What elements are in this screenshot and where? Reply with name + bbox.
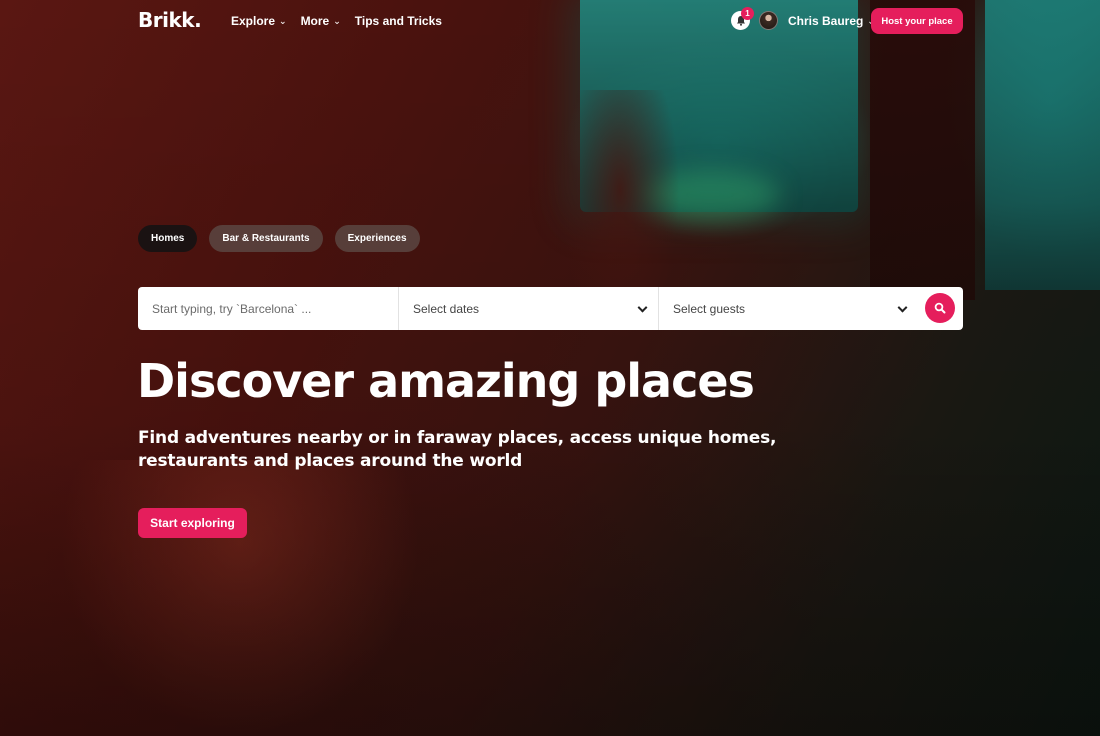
top-navigation: Brikk. Explore ⌄ More ⌄ Tips and Tricks …	[0, 0, 1100, 42]
guest-select-label: Select guests	[673, 301, 746, 316]
guest-select[interactable]: Select guests	[658, 287, 918, 330]
start-exploring-button[interactable]: Start exploring	[138, 508, 247, 538]
avatar[interactable]	[759, 11, 778, 30]
tab-homes[interactable]: Homes	[138, 225, 198, 252]
search-input[interactable]: Start typing, try `Barcelona` ...	[138, 287, 398, 330]
chevron-down-icon	[637, 302, 648, 313]
logo[interactable]: Brikk.	[138, 8, 202, 32]
background-window-right	[985, 0, 1100, 290]
main-menu: Explore ⌄ More ⌄ Tips and Tricks	[231, 14, 442, 28]
page-title: Discover amazing places	[137, 354, 755, 408]
user-menu[interactable]: Chris Baureg ⌄	[788, 14, 875, 28]
host-your-place-button[interactable]: Host your place	[871, 8, 963, 34]
menu-item-more[interactable]: More ⌄	[301, 14, 341, 28]
menu-item-explore[interactable]: Explore ⌄	[231, 14, 287, 28]
search-bar: Start typing, try `Barcelona` ... Select…	[138, 287, 963, 330]
menu-item-label: More	[300, 14, 330, 28]
chevron-down-icon	[897, 302, 908, 313]
menu-item-label: Explore	[231, 14, 276, 28]
category-tabs: Homes Bar & Restaurants Experiences	[138, 225, 420, 252]
user-name: Chris Baureg	[788, 14, 864, 28]
date-select[interactable]: Select dates	[398, 287, 658, 330]
search-icon	[934, 302, 946, 314]
search-button[interactable]	[925, 293, 955, 323]
background-post	[870, 0, 975, 300]
tab-bar-restaurants[interactable]: Bar & Restaurants	[209, 225, 323, 252]
menu-item-label: Tips and Tricks	[354, 14, 442, 28]
menu-item-tips[interactable]: Tips and Tricks	[355, 14, 442, 28]
page-subtitle: Find adventures nearby or in faraway pla…	[138, 428, 777, 471]
date-select-label: Select dates	[413, 301, 480, 316]
tab-experiences[interactable]: Experiences	[334, 225, 420, 252]
chevron-down-icon: ⌄	[333, 15, 341, 26]
notification-badge: 1	[741, 7, 754, 20]
chevron-down-icon: ⌄	[279, 15, 287, 26]
